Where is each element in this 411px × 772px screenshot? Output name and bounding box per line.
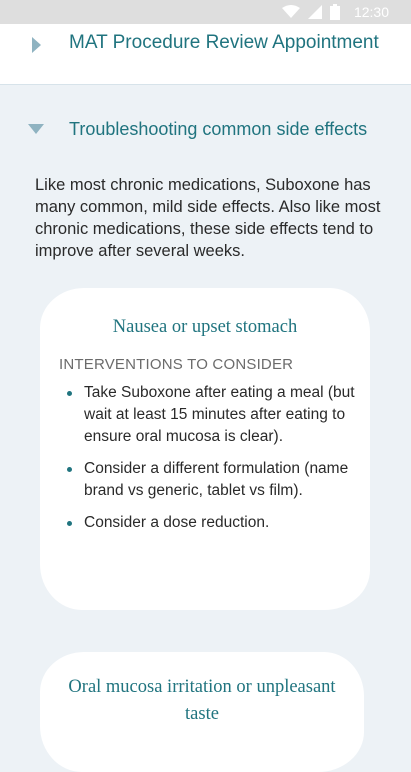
side-effect-card: Nausea or upset stomach INTERVENTIONS TO… <box>40 288 370 610</box>
interventions-label: INTERVENTIONS TO CONSIDER <box>59 356 294 373</box>
card-title: Oral mucosa irritation or unpleasant tas… <box>68 677 336 724</box>
list-item: Take Suboxone after eating a meal (but w… <box>65 382 357 448</box>
signal-icon <box>307 5 322 19</box>
bullet-icon <box>67 521 72 526</box>
status-bar: 12:30 <box>0 0 411 24</box>
collapsed-section-header[interactable]: MAT Procedure Review Appointment <box>0 24 411 85</box>
bullet-icon <box>67 391 72 396</box>
chevron-right-icon <box>32 37 41 53</box>
side-effect-card: Oral mucosa irritation or unpleasant tas… <box>40 652 364 772</box>
list-item: Consider a dose reduction. <box>65 512 357 534</box>
list-item-text: Take Suboxone after eating a meal (but w… <box>84 384 355 445</box>
interventions-list: Take Suboxone after eating a meal (but w… <box>65 382 357 544</box>
section-intro-text: Like most chronic medications, Suboxone … <box>35 176 381 260</box>
card-title: Nausea or upset stomach <box>112 317 298 337</box>
wifi-icon <box>281 5 300 19</box>
chevron-down-icon <box>28 124 44 134</box>
expanded-section-header[interactable]: Troubleshooting common side effects <box>0 108 411 148</box>
collapsed-section-title: MAT Procedure Review Appointment <box>69 32 379 53</box>
battery-icon <box>329 4 340 20</box>
list-item-text: Consider a dose reduction. <box>84 514 270 531</box>
expanded-section-title: Troubleshooting common side effects <box>69 119 368 139</box>
bullet-icon <box>67 467 72 472</box>
status-time: 12:30 <box>353 4 389 20</box>
list-item-text: Consider a different formulation (name b… <box>84 460 349 499</box>
list-item: Consider a different formulation (name b… <box>65 458 357 502</box>
